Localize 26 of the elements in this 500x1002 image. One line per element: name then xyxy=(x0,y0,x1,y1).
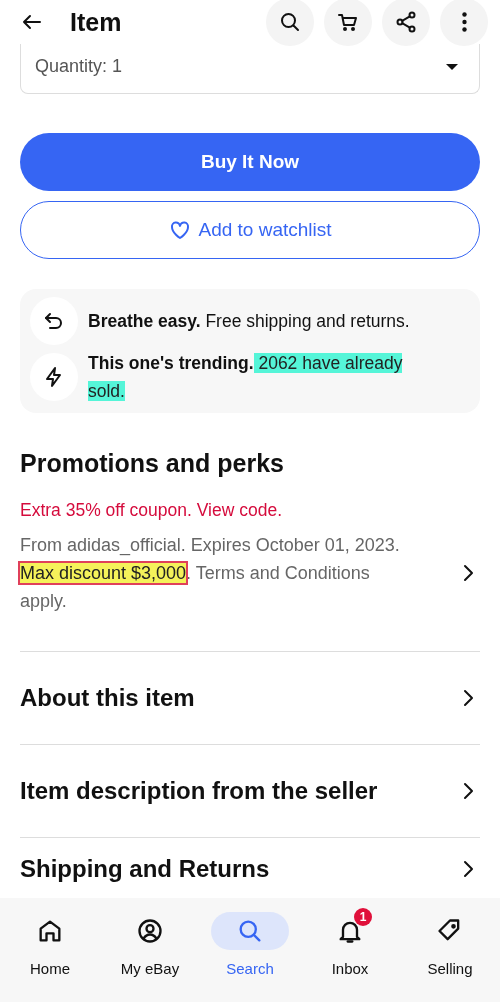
nav-tab[interactable]: Search xyxy=(200,898,300,1002)
perk-text: Breathe easy. Free shipping and returns. xyxy=(88,310,410,333)
nav-tab[interactable]: 1 Inbox xyxy=(300,898,400,1002)
search-button[interactable] xyxy=(266,0,314,46)
nav-tab[interactable]: Home xyxy=(0,898,100,1002)
notification-badge: 1 xyxy=(354,908,372,926)
section-row[interactable]: Shipping and Returns xyxy=(20,838,480,894)
nav-tab[interactable]: Selling xyxy=(400,898,500,1002)
more-button[interactable] xyxy=(440,0,488,46)
quantity-dropdown[interactable]: Quantity: 1 xyxy=(20,44,480,94)
coupon-details: From adidas_official. Expires October 01, 2023. Max discount $3,000. Terms and Conditions apply. xyxy=(20,534,401,613)
search-icon xyxy=(278,10,302,34)
section-heading: Promotions and perks xyxy=(20,449,285,478)
buy-now-button[interactable]: Buy It Now xyxy=(20,133,480,191)
section-row[interactable]: Item description from the seller xyxy=(20,745,480,838)
dropdown-caret-icon xyxy=(445,62,459,71)
page-title: Item xyxy=(70,7,123,37)
cart-button[interactable] xyxy=(324,0,372,46)
watchlist-button[interactable]: Add to watchlist xyxy=(20,201,480,259)
more-icon xyxy=(461,12,467,32)
share-icon xyxy=(394,10,418,34)
coupon-link[interactable]: Extra 35% off coupon. View code. xyxy=(20,500,480,521)
nav-tab[interactable]: My eBay xyxy=(100,898,200,1002)
section-row[interactable]: About this item xyxy=(20,652,480,745)
share-button[interactable] xyxy=(382,0,430,46)
account-icon xyxy=(136,917,164,945)
